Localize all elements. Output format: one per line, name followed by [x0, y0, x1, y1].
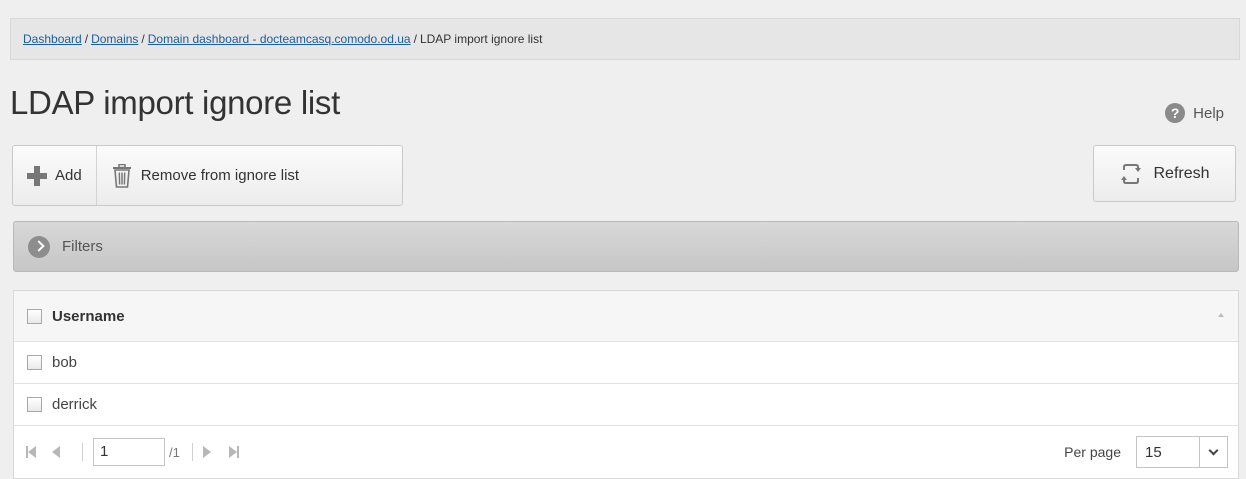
pagination-bar: 1 /1 Per page 15	[14, 426, 1238, 478]
breadcrumb: Dashboard / Domains / Domain dashboard - doc…	[10, 18, 1240, 60]
refresh-button[interactable]: Refresh	[1093, 145, 1236, 202]
per-page-label: Per page	[1064, 444, 1121, 460]
column-header-username[interactable]: Username	[52, 308, 125, 325]
filters-panel-toggle[interactable]: Filters	[13, 221, 1239, 272]
breadcrumb-separator: /	[84, 32, 89, 46]
add-button-label: Add	[55, 167, 82, 184]
table-row[interactable]: derrick	[14, 384, 1238, 426]
chevron-down-icon[interactable]	[1199, 437, 1227, 467]
page-number-input[interactable]: 1	[93, 438, 165, 466]
breadcrumb-separator: /	[413, 32, 417, 46]
remove-from-ignore-list-button[interactable]: Remove from ignore list	[95, 146, 313, 205]
sort-up-icon[interactable]	[1218, 313, 1224, 317]
previous-page-icon[interactable]	[52, 445, 70, 459]
breadcrumb-link-domains[interactable]: Domains	[91, 32, 138, 46]
refresh-icon	[1121, 163, 1142, 184]
breadcrumb-link-domain-dashboard[interactable]: Domain dashboard - docteamcasq.comodo.od…	[148, 32, 411, 46]
refresh-label: Refresh	[1153, 164, 1210, 182]
trash-icon	[112, 163, 131, 188]
username-cell: derrick	[52, 396, 98, 413]
add-button[interactable]: Add	[13, 146, 96, 205]
chevron-right-icon	[28, 235, 50, 258]
page-title: LDAP import ignore list	[10, 84, 340, 121]
breadcrumb-separator: /	[141, 32, 145, 46]
breadcrumb-link-dashboard[interactable]: Dashboard	[23, 32, 82, 46]
last-page-icon[interactable]	[228, 445, 247, 459]
table-row[interactable]: bob	[14, 342, 1238, 384]
select-all-checkbox[interactable]	[27, 308, 42, 324]
action-toolbar: Add Remove from ignore list	[12, 145, 403, 206]
table-header-row: Username	[14, 291, 1238, 342]
plus-icon	[27, 165, 47, 186]
per-page-select[interactable]: 15	[1136, 436, 1228, 468]
pager-divider	[82, 443, 83, 461]
next-page-icon[interactable]	[202, 445, 221, 459]
username-cell: bob	[52, 354, 78, 371]
ignore-list-table: Username bob derrick 1 /1 Per page 15	[13, 290, 1239, 479]
breadcrumb-current: LDAP import ignore list	[419, 32, 543, 46]
help-icon: ?	[1165, 103, 1186, 123]
total-pages-text: /1	[169, 444, 180, 460]
pager-divider	[191, 443, 193, 461]
help-label: Help	[1193, 104, 1224, 122]
per-page-value: 15	[1145, 443, 1162, 461]
row-checkbox[interactable]	[27, 397, 42, 412]
first-page-icon[interactable]	[26, 445, 44, 459]
filters-label: Filters	[62, 238, 103, 255]
row-checkbox[interactable]	[27, 355, 42, 370]
remove-button-label: Remove from ignore list	[140, 167, 300, 184]
help-link[interactable]: ? Help	[1165, 103, 1224, 123]
